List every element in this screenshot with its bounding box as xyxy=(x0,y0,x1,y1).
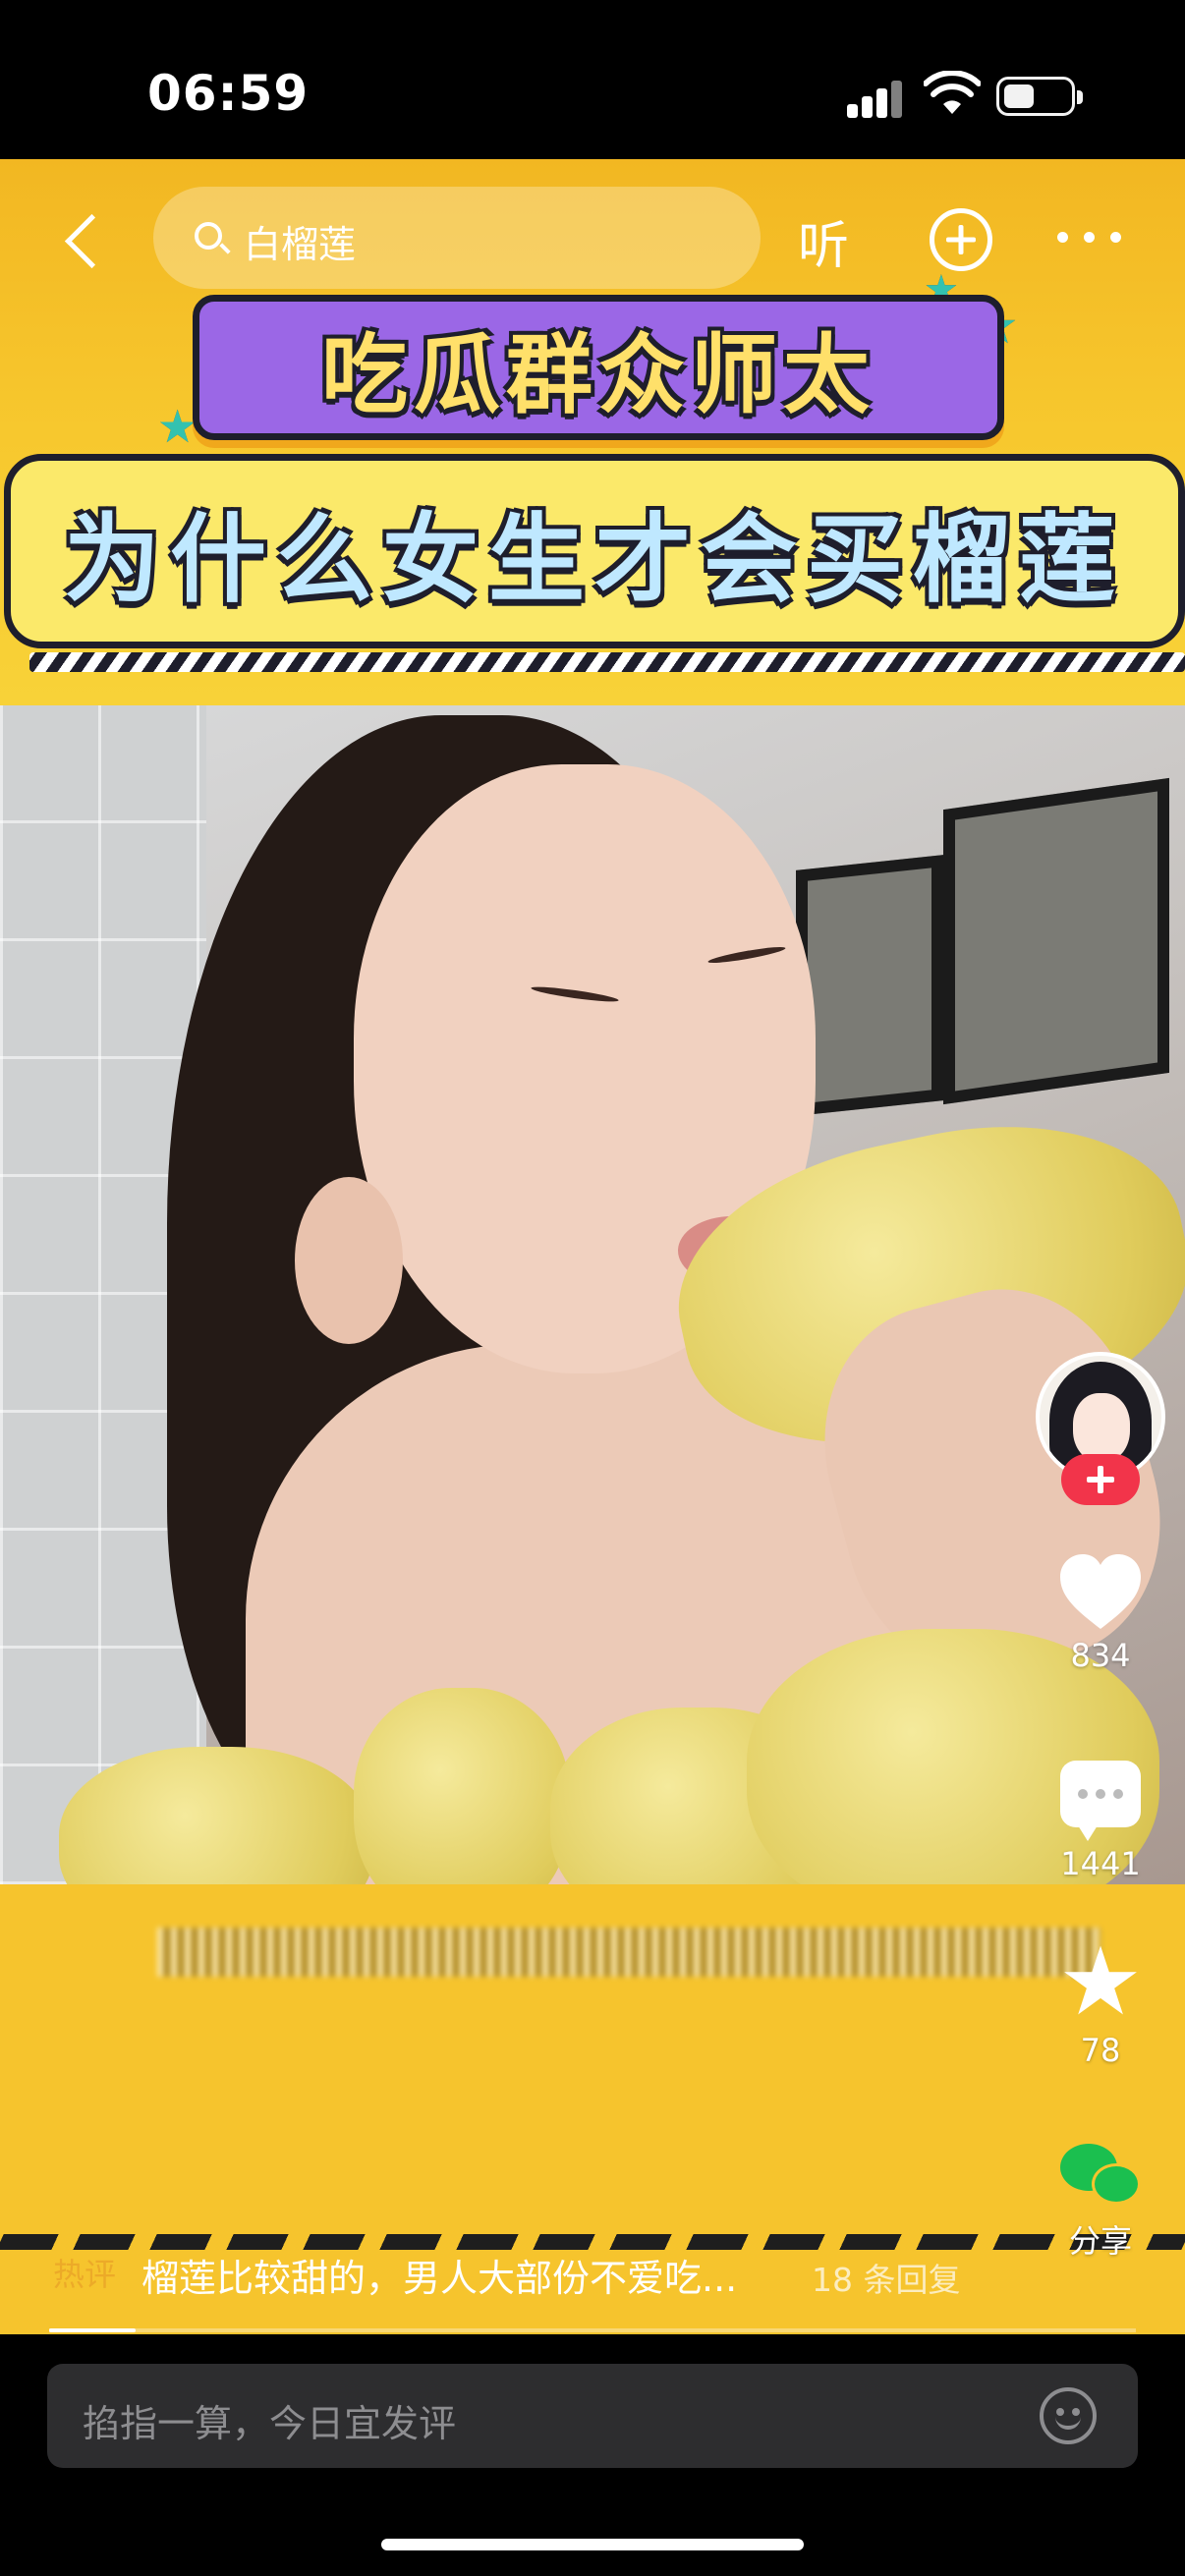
video-player[interactable]: ★ ★ ★ 吃瓜群众师太 为什么女生才会买榴莲 xyxy=(0,159,1185,2334)
banner-title: 为什么女生才会买榴莲 xyxy=(63,504,1125,616)
blurred-caption xyxy=(157,1928,1100,1977)
search-icon xyxy=(195,222,222,250)
search-query: 白榴莲 xyxy=(244,223,357,266)
heart-icon xyxy=(1060,1554,1141,1629)
listen-button[interactable]: 听 xyxy=(798,204,849,278)
comment-input[interactable]: 掐指一算，今日宜发评 xyxy=(47,2364,1138,2468)
like-count: 834 xyxy=(1070,1637,1131,1674)
back-button[interactable] xyxy=(55,206,114,275)
wechat-icon xyxy=(1056,2142,1145,2211)
star-icon: ★ xyxy=(1057,1927,1144,2037)
video-frame-image xyxy=(0,705,1185,1884)
comment-preview-text[interactable]: 榴莲比较甜的，男人大部份不爱吃... xyxy=(141,2248,737,2302)
comment-reply-count[interactable]: 18 条回复 xyxy=(812,2254,960,2301)
like-button[interactable]: 834 xyxy=(1042,1552,1159,1674)
wifi-icon xyxy=(924,71,981,114)
search-bar[interactable]: 白榴莲 xyxy=(153,187,761,289)
cellular-signal-icon xyxy=(847,79,906,118)
comment-user-tag: 热评 xyxy=(53,2256,117,2293)
comment-count: 1441 xyxy=(1060,1845,1141,1882)
status-time: 06:59 xyxy=(147,65,310,122)
status-bar: 06:59 xyxy=(0,0,1185,159)
woman-ear xyxy=(295,1177,403,1344)
banner-subtitle: 吃瓜群众师太 xyxy=(320,323,875,425)
banner-stripe xyxy=(29,652,1185,672)
add-circle-icon[interactable] xyxy=(930,208,992,271)
durian-fruit xyxy=(354,1688,570,1884)
wall-picture-frame xyxy=(796,855,943,1116)
follow-plus-button[interactable] xyxy=(1061,1454,1140,1505)
share-label: 分享 xyxy=(1068,2222,1132,2260)
favorite-count: 78 xyxy=(1080,2032,1121,2069)
playback-progress-bar[interactable] xyxy=(49,2328,1136,2332)
comment-bubble-icon xyxy=(1060,1761,1141,1841)
favorite-button[interactable]: ★ 78 xyxy=(1042,1927,1159,2069)
wall-picture-frame xyxy=(943,777,1169,1105)
home-indicator xyxy=(381,2539,804,2550)
share-button[interactable]: 分享 xyxy=(1042,2142,1159,2262)
comment-input-placeholder: 掐指一算，今日宜发评 xyxy=(83,2402,457,2445)
banner-subtitle-box: 吃瓜群众师太 xyxy=(193,295,1004,440)
playback-progress-fill xyxy=(49,2328,137,2332)
emoji-icon[interactable] xyxy=(1040,2387,1097,2444)
battery-icon xyxy=(996,77,1083,116)
more-options-icon[interactable] xyxy=(1057,232,1122,246)
comment-button[interactable]: 1441 xyxy=(1042,1761,1159,1882)
banner-title-box: 为什么女生才会买榴莲 xyxy=(4,454,1185,648)
